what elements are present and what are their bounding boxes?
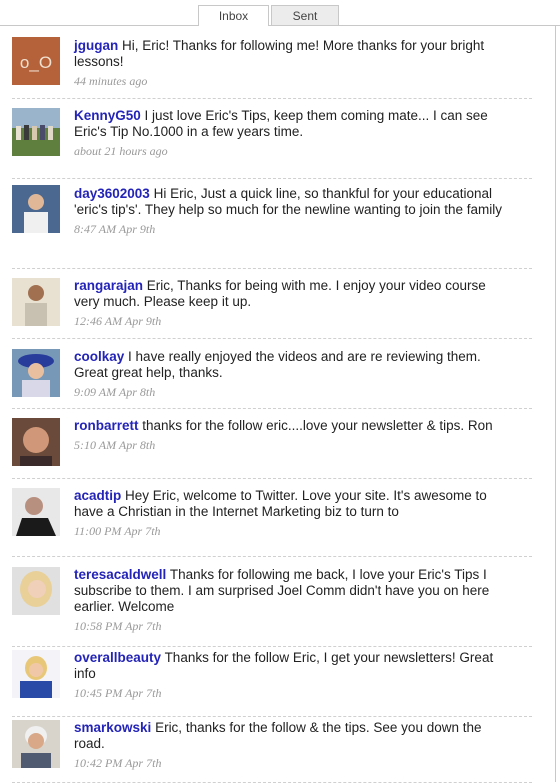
- message-username[interactable]: overallbeauty: [74, 650, 161, 665]
- message-timestamp[interactable]: about 21 hours ago: [74, 143, 504, 159]
- list-item: coolkay I have really enjoyed the videos…: [12, 338, 532, 409]
- message-timestamp[interactable]: 12:46 AM Apr 9th: [74, 313, 504, 329]
- svg-text:o_O: o_O: [20, 53, 52, 72]
- avatar[interactable]: [12, 108, 60, 156]
- list-item: ronbarrett thanks for the follow eric...…: [12, 408, 532, 479]
- message-text: I have really enjoyed the videos and are…: [74, 349, 481, 380]
- tab-sent[interactable]: Sent: [271, 5, 339, 25]
- message-list: o_O jgugan Hi, Eric! Thanks for followin…: [0, 26, 556, 783]
- list-item: day3602003 Hi Eric, Just a quick line, s…: [12, 178, 532, 269]
- message-timestamp[interactable]: 10:42 PM Apr 7th: [74, 755, 504, 771]
- message-username[interactable]: acadtip: [74, 488, 121, 503]
- message-timestamp[interactable]: 5:10 AM Apr 8th: [74, 437, 504, 453]
- message-username[interactable]: ronbarrett: [74, 418, 139, 433]
- avatar[interactable]: [12, 567, 60, 615]
- avatar[interactable]: o_O: [12, 37, 60, 85]
- message-username[interactable]: jgugan: [74, 38, 118, 53]
- avatar[interactable]: [12, 488, 60, 536]
- person-photo-icon: [12, 278, 60, 326]
- message-text: thanks for the follow eric....love your …: [142, 418, 493, 433]
- list-item: o_O jgugan Hi, Eric! Thanks for followin…: [12, 26, 532, 99]
- list-item: rangarajan Eric, Thanks for being with m…: [12, 268, 532, 339]
- avatar[interactable]: [12, 349, 60, 397]
- group-photo-icon: [12, 108, 60, 156]
- message-username[interactable]: teresacaldwell: [74, 567, 166, 582]
- message-text: Hey Eric, welcome to Twitter. Love your …: [74, 488, 487, 519]
- message-username[interactable]: day3602003: [74, 186, 150, 201]
- person-photo-icon: [12, 720, 60, 768]
- avatar[interactable]: [12, 720, 60, 768]
- message-timestamp[interactable]: 10:45 PM Apr 7th: [74, 685, 504, 701]
- message-username[interactable]: rangarajan: [74, 278, 143, 293]
- list-item: KennyG50 I just love Eric's Tips, keep t…: [12, 98, 532, 179]
- message-timestamp[interactable]: 9:09 AM Apr 8th: [74, 384, 504, 400]
- person-photo-icon: [12, 185, 60, 233]
- avatar[interactable]: [12, 185, 60, 233]
- message-username[interactable]: coolkay: [74, 349, 124, 364]
- message-timestamp[interactable]: 10:58 PM Apr 7th: [74, 618, 504, 634]
- person-photo-icon: [12, 488, 60, 536]
- list-item: overallbeauty Thanks for the follow Eric…: [12, 646, 532, 717]
- avatar[interactable]: [12, 650, 60, 698]
- person-photo-icon: [12, 349, 60, 397]
- person-photo-icon: [12, 650, 60, 698]
- list-item: acadtip Hey Eric, welcome to Twitter. Lo…: [12, 478, 532, 557]
- message-username[interactable]: smarkowski: [74, 720, 151, 735]
- avatar[interactable]: [12, 418, 60, 466]
- avatar[interactable]: [12, 278, 60, 326]
- person-photo-icon: [12, 567, 60, 615]
- tab-inbox[interactable]: Inbox: [198, 5, 269, 26]
- tab-bar: Inbox Sent: [0, 0, 560, 26]
- message-timestamp[interactable]: 44 minutes ago: [74, 73, 504, 89]
- message-text: Hi, Eric! Thanks for following me! More …: [74, 38, 485, 69]
- message-username[interactable]: KennyG50: [74, 108, 141, 123]
- message-timestamp[interactable]: 11:00 PM Apr 7th: [74, 523, 504, 539]
- message-timestamp[interactable]: 8:47 AM Apr 9th: [74, 221, 504, 237]
- list-item: smarkowski Eric, thanks for the follow &…: [12, 716, 532, 783]
- person-photo-icon: [12, 418, 60, 466]
- list-item: teresacaldwell Thanks for following me b…: [12, 556, 532, 647]
- face-emoticon-icon: o_O: [12, 37, 60, 85]
